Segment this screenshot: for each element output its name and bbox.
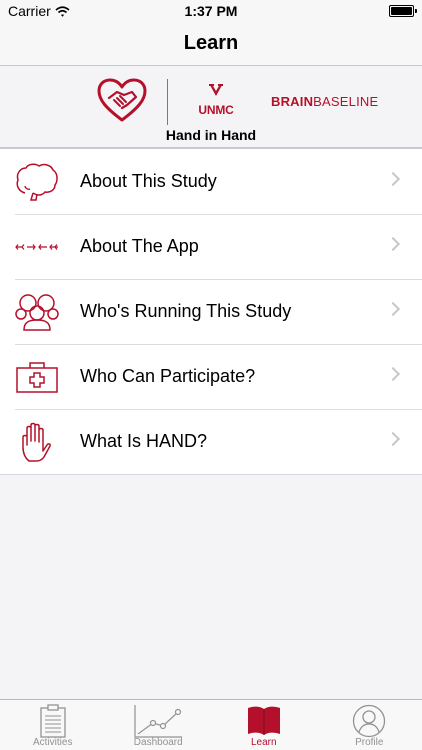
brainbaseline-logo: BRAINBASELINE (271, 94, 379, 109)
battery-icon (389, 5, 417, 17)
hand-in-hand-heart-logo (97, 78, 147, 122)
chevron-right-icon (385, 366, 401, 382)
tab-learn[interactable]: Learn (211, 700, 317, 750)
menu-item-label: Who Can Participate? (80, 366, 256, 386)
navigation-bar: Learn (0, 22, 422, 66)
status-time: 1:37 PM (184, 3, 238, 19)
tab-profile[interactable]: Profile (317, 700, 422, 750)
page-title: Learn (183, 32, 239, 54)
tab-label: Dashboard (133, 737, 183, 748)
menu-item-label: Who's Running This Study (80, 301, 292, 321)
unmc-logo: UNMC (194, 84, 238, 117)
chevron-right-icon (385, 171, 401, 187)
unmc-emblem-icon (209, 84, 223, 96)
app-name-label: Hand in Hand (165, 127, 257, 143)
chevron-right-icon (385, 301, 401, 317)
study-header: UNMC BRAINBASELINE Hand in Hand (0, 66, 422, 149)
menu-item-label: About The App (80, 236, 199, 256)
hand-icon (15, 421, 59, 463)
tab-label: Activities (33, 737, 73, 748)
chevron-right-icon (385, 236, 401, 252)
tab-activities[interactable]: Activities (0, 700, 106, 750)
menu-item-whos-running-this-study[interactable]: Who's Running This Study (0, 279, 422, 344)
learn-menu-list: About This Study About The App Who's Run… (0, 149, 422, 475)
tab-label: Profile (355, 737, 384, 748)
tab-label: Learn (250, 737, 277, 748)
menu-item-label: What Is HAND? (80, 431, 208, 451)
medical-kit-icon (15, 356, 59, 398)
partner-logos: UNMC BRAINBASELINE (0, 72, 422, 128)
profile-icon (353, 704, 386, 738)
menu-item-about-the-app[interactable]: About The App (0, 214, 422, 279)
menu-item-about-this-study[interactable]: About This Study (0, 149, 422, 214)
menu-item-what-is-hand[interactable]: What Is HAND? (0, 409, 422, 474)
tab-bar: Activities Dashboard Learn Profile (0, 699, 422, 750)
status-bar: Carrier 1:37 PM (0, 0, 422, 22)
clipboard-icon (40, 704, 66, 738)
book-icon (247, 706, 280, 735)
menu-item-label: About This Study (80, 171, 217, 191)
tab-dashboard[interactable]: Dashboard (106, 700, 212, 750)
line-chart-icon (134, 705, 183, 738)
chevron-right-icon (385, 431, 401, 447)
brain-icon (15, 161, 59, 203)
team-icon (15, 291, 59, 333)
arrows-icon (15, 226, 59, 268)
logo-divider (167, 79, 168, 125)
menu-item-who-can-participate[interactable]: Who Can Participate? (0, 344, 422, 409)
